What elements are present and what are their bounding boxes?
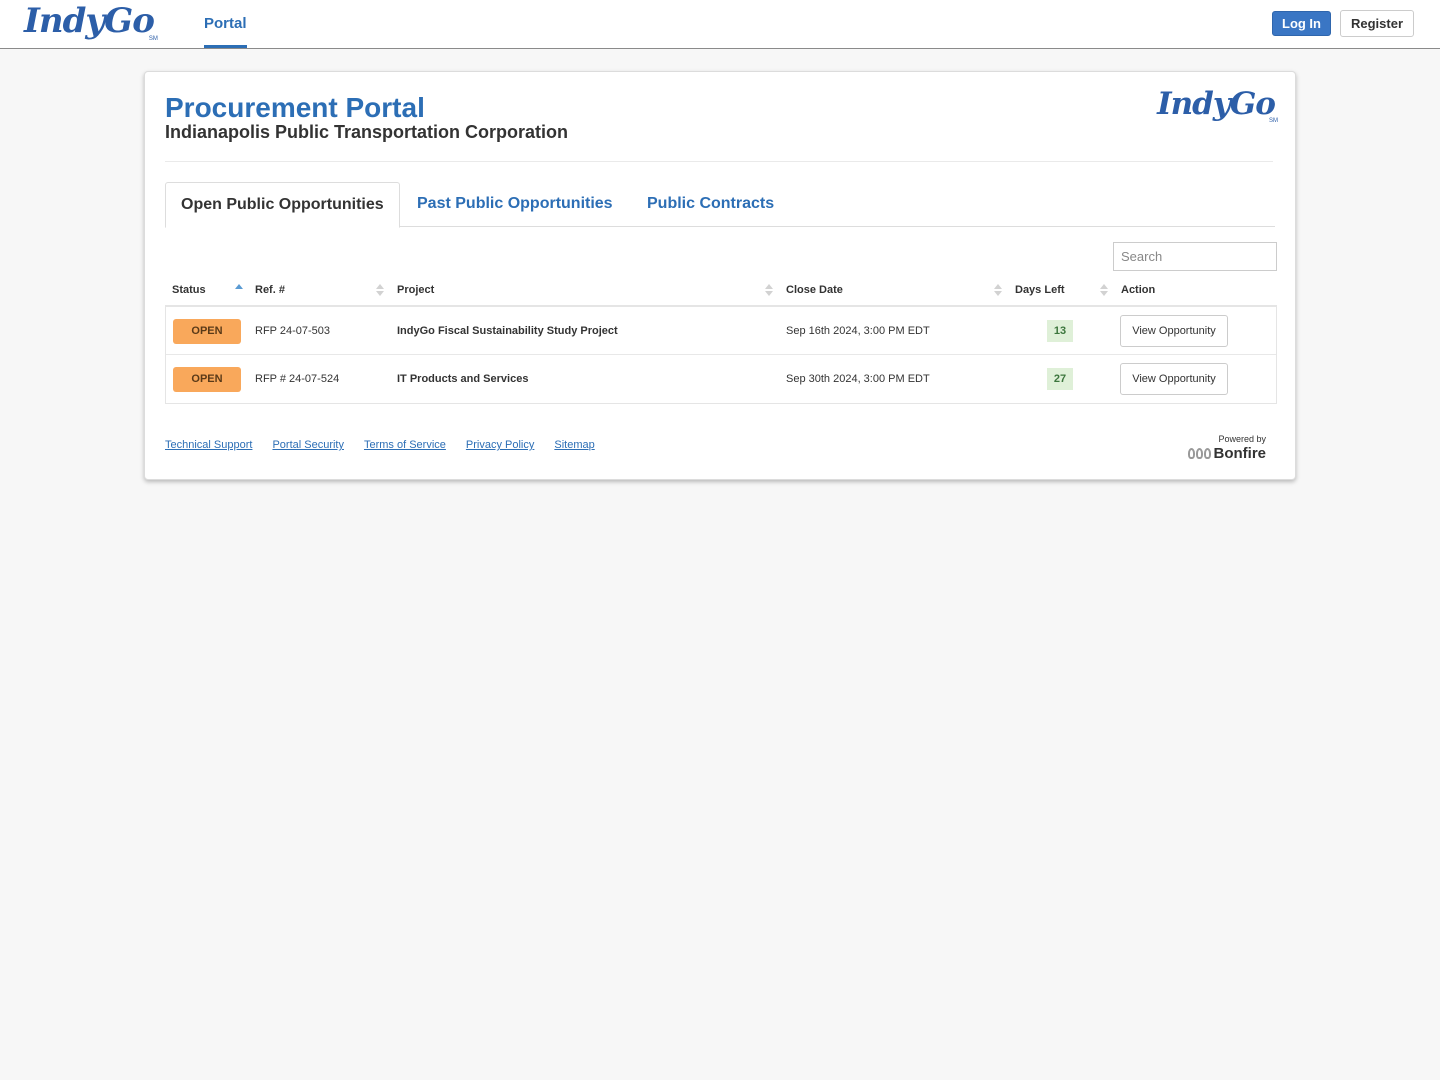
sort-icon[interactable] [994, 283, 1002, 297]
tab-public-contracts[interactable]: Public Contracts [647, 182, 774, 227]
organization-logo: IndyGo SM [1157, 86, 1278, 125]
sort-icon[interactable] [376, 283, 384, 297]
column-header-ref[interactable]: Ref. # [255, 276, 285, 305]
days-left-badge: 13 [1047, 320, 1073, 342]
column-label: Project [397, 284, 435, 296]
close-date: Sep 30th 2024, 3:00 PM EDT [786, 373, 930, 385]
column-label: Close Date [786, 284, 843, 296]
logo-text: IndyGo [24, 1, 155, 41]
terms-of-service-link[interactable]: Terms of Service [364, 439, 446, 451]
sort-icon[interactable] [1100, 283, 1108, 297]
bonfire-wordmark: Bonfire [1213, 445, 1267, 462]
logo-text: IndyGo [1157, 86, 1276, 122]
column-header-days-left[interactable]: Days Left [1015, 276, 1065, 305]
column-label: Days Left [1015, 284, 1065, 296]
project-name: IndyGo Fiscal Sustainability Study Proje… [397, 325, 618, 337]
indygo-logo[interactable]: IndyGo SM [24, 1, 158, 42]
powered-by-label: Powered by [1218, 434, 1266, 444]
view-opportunity-button[interactable]: View Opportunity [1120, 315, 1228, 347]
table-row: OPEN RFP 24-07-503 IndyGo Fiscal Sustain… [166, 307, 1276, 355]
opportunity-tabs: Open Public Opportunities Past Public Op… [165, 182, 1275, 228]
login-button[interactable]: Log In [1272, 11, 1331, 36]
logo-service-mark: SM [1269, 118, 1278, 124]
column-header-action: Action [1121, 276, 1155, 305]
header-divider [165, 161, 1273, 162]
technical-support-link[interactable]: Technical Support [165, 439, 252, 451]
logo-service-mark: SM [148, 36, 158, 42]
column-label: Action [1121, 284, 1156, 296]
page-title: Procurement Portal [165, 92, 425, 123]
column-header-project[interactable]: Project [397, 276, 434, 305]
project-name: IT Products and Services [397, 373, 529, 385]
privacy-policy-link[interactable]: Privacy Policy [466, 439, 534, 451]
sort-ascending-icon[interactable] [235, 283, 243, 297]
close-date: Sep 16th 2024, 3:00 PM EDT [786, 325, 930, 337]
powered-by-bonfire[interactable]: Powered by Bonfire [1187, 434, 1267, 462]
ref-number: RFP 24-07-503 [255, 325, 331, 337]
table-header: Status Ref. # Project Close Date Days Le… [165, 276, 1277, 307]
ref-number: RFP # 24-07-524 [255, 373, 340, 385]
organization-name: Indianapolis Public Transportation Corpo… [165, 122, 569, 142]
bonfire-flame-icon [1187, 448, 1211, 459]
sitemap-link[interactable]: Sitemap [554, 439, 594, 451]
top-navbar: IndyGo SM Portal Log In Register [0, 0, 1440, 49]
view-opportunity-button[interactable]: View Opportunity [1120, 363, 1228, 395]
days-left-badge: 27 [1047, 368, 1073, 390]
status-badge: OPEN [173, 319, 241, 344]
opportunities-table: Status Ref. # Project Close Date Days Le… [165, 276, 1277, 404]
portal-card: Procurement Portal Indianapolis Public T… [144, 71, 1296, 480]
footer-links: Technical Support Portal Security Terms of… [165, 439, 615, 451]
column-label: Ref. # [255, 284, 285, 296]
sort-icon[interactable] [765, 283, 773, 297]
tab-open-public-opportunities[interactable]: Open Public Opportunities [165, 182, 400, 228]
bonfire-brand: Bonfire [1187, 445, 1267, 462]
tab-past-public-opportunities[interactable]: Past Public Opportunities [417, 182, 613, 227]
status-badge: OPEN [173, 367, 241, 392]
table-row: OPEN RFP # 24-07-524 IT Products and Ser… [166, 355, 1276, 403]
search-input[interactable] [1113, 242, 1277, 271]
portal-security-link[interactable]: Portal Security [272, 439, 344, 451]
register-button[interactable]: Register [1340, 10, 1414, 37]
column-header-close-date[interactable]: Close Date [786, 276, 843, 305]
nav-item-portal[interactable]: Portal [204, 0, 247, 48]
table-body: OPEN RFP 24-07-503 IndyGo Fiscal Sustain… [165, 307, 1277, 404]
column-label: Status [172, 284, 206, 296]
